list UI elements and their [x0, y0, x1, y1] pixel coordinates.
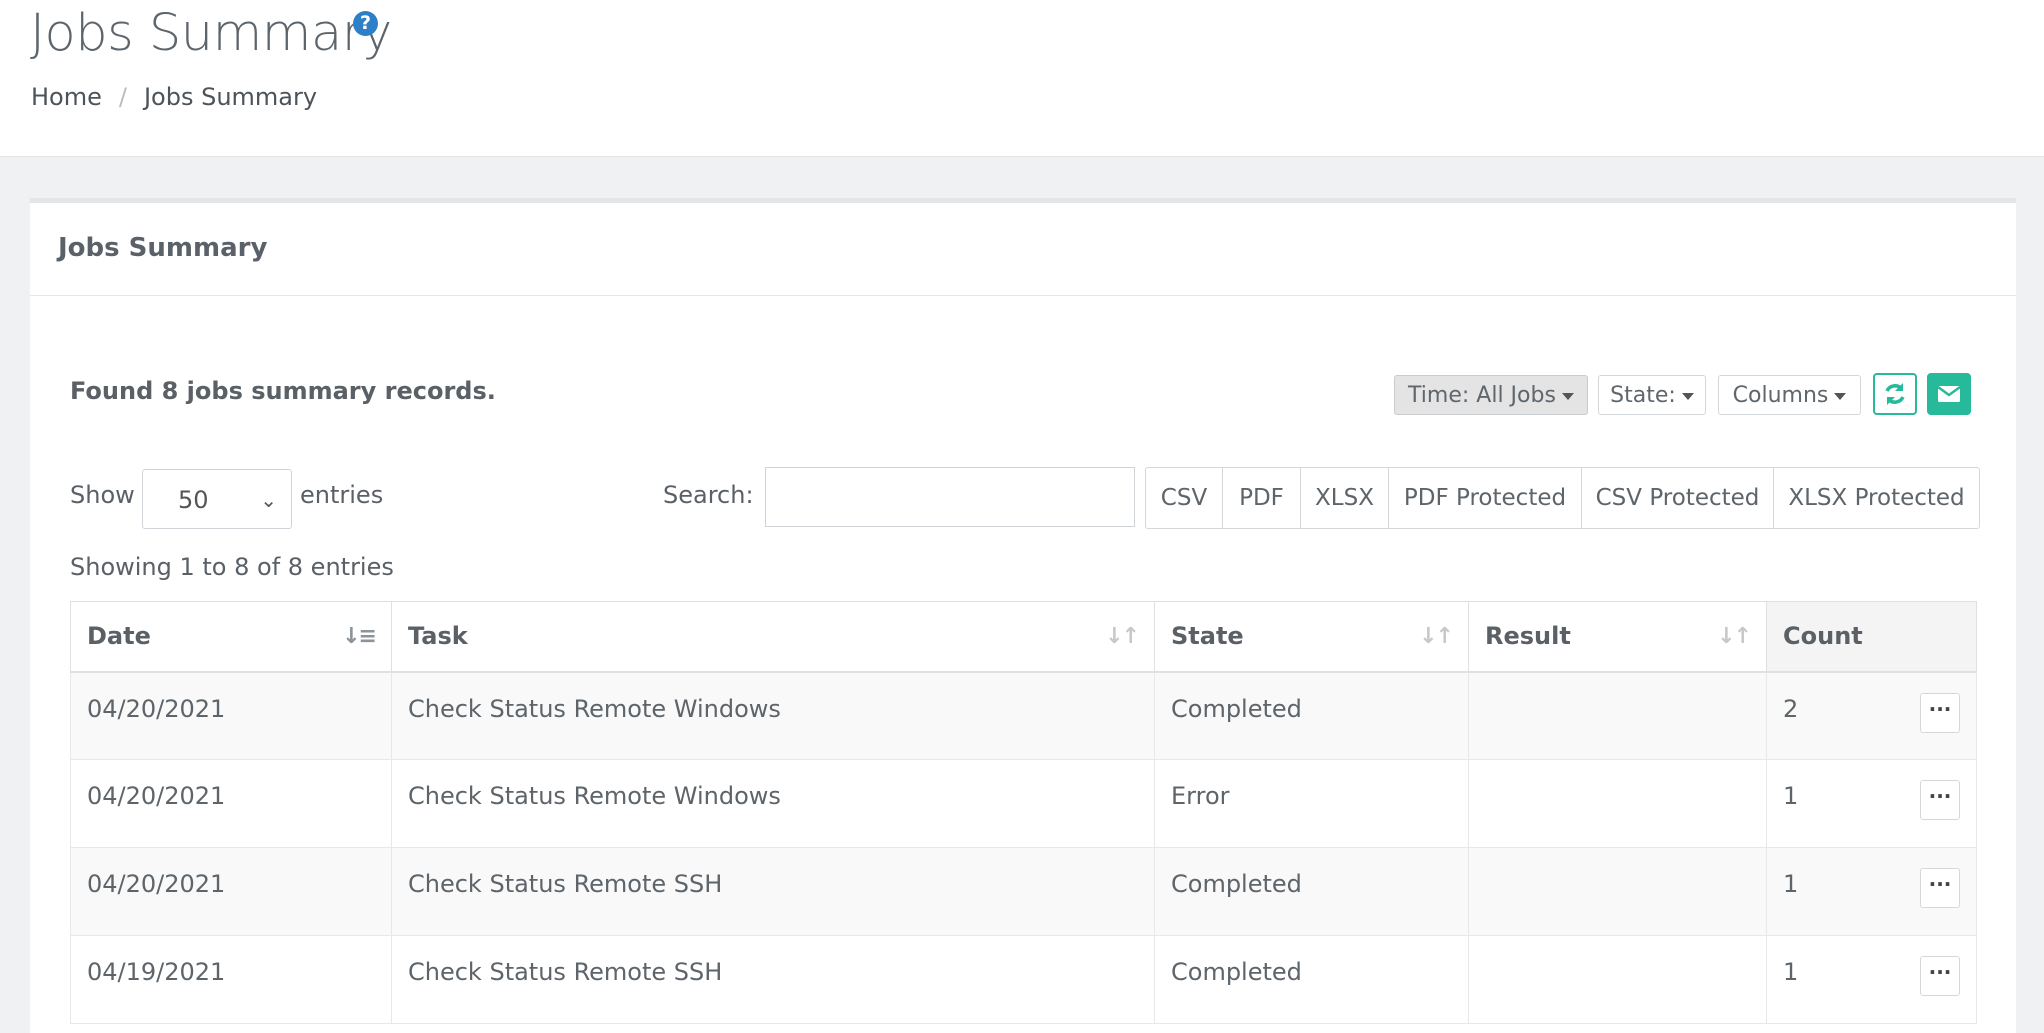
table-header-row: Date ↓≡ Task ↓↑ State ↓↑ Result ↓↑ Count — [70, 601, 1977, 673]
column-header-label: Date — [87, 622, 151, 651]
search-label: Search: — [663, 481, 754, 509]
cell-result — [1468, 847, 1767, 936]
export-csv-button[interactable]: CSV — [1146, 468, 1223, 528]
cell-task: Check Status Remote Windows — [391, 671, 1155, 760]
caret-down-icon — [1561, 392, 1574, 400]
state-filter-label: State: — [1610, 383, 1676, 408]
column-header-date[interactable]: Date ↓≡ — [70, 601, 392, 673]
cell-task: Check Status Remote SSH — [391, 847, 1155, 936]
cell-state: Completed — [1154, 935, 1469, 1024]
column-header-label: State — [1171, 622, 1244, 651]
refresh-button[interactable] — [1873, 373, 1917, 415]
refresh-icon — [1885, 383, 1905, 405]
cell-result — [1468, 759, 1767, 848]
column-header-state[interactable]: State ↓↑ — [1154, 601, 1469, 673]
page-length-value: 50 — [178, 486, 209, 514]
page-title: Jobs Summary — [30, 4, 392, 63]
export-xlsx-protected-button[interactable]: XLSX Protected — [1774, 468, 1979, 528]
caret-down-icon — [1834, 392, 1847, 400]
question-circle-icon[interactable]: ? — [353, 11, 378, 36]
page-length-select[interactable]: 50 ⌄ — [142, 469, 292, 529]
jobs-summary-card: Jobs Summary Found 8 jobs summary record… — [30, 198, 2016, 1033]
cell-date: 04/20/2021 — [70, 671, 392, 760]
export-pdf-button[interactable]: PDF — [1223, 468, 1301, 528]
jobs-summary-table: Date ↓≡ Task ↓↑ State ↓↑ Result ↓↑ Count 04/… — [70, 601, 1977, 1024]
entries-label: entries — [300, 481, 384, 509]
found-records-text: Found 8 jobs summary records. — [70, 377, 496, 405]
showing-entries-text: Showing 1 to 8 of 8 entries — [70, 553, 394, 581]
column-header-task[interactable]: Task ↓↑ — [391, 601, 1155, 673]
cell-result — [1468, 671, 1767, 760]
table-row: 04/19/2021 Check Status Remote SSH Compl… — [70, 935, 1977, 1024]
count-value: 1 — [1783, 782, 1799, 810]
column-header-label: Task — [408, 622, 468, 651]
breadcrumb: Home / Jobs Summary — [31, 83, 317, 111]
count-value: 1 — [1783, 870, 1799, 898]
sort-icon: ↓↑ — [1419, 624, 1454, 649]
count-value: 2 — [1783, 694, 1799, 723]
cell-task: Check Status Remote SSH — [391, 935, 1155, 1024]
sort-desc-icon: ↓≡ — [342, 624, 377, 649]
export-pdf-protected-button[interactable]: PDF Protected — [1389, 468, 1582, 528]
cell-state: Completed — [1154, 847, 1469, 936]
ellipsis-icon[interactable]: ··· — [1920, 868, 1960, 908]
table-row: 04/20/2021 Check Status Remote Windows E… — [70, 759, 1977, 848]
card-divider — [30, 295, 2016, 296]
page-header: Jobs Summary ? Home / Jobs Summary — [0, 0, 2044, 157]
cell-count: 1 ··· — [1766, 935, 1977, 1024]
cell-state: Completed — [1154, 671, 1469, 760]
email-button[interactable] — [1927, 373, 1971, 415]
column-header-label: Result — [1485, 622, 1571, 651]
column-header-label: Count — [1783, 622, 1863, 651]
time-filter-label: Time: All Jobs — [1408, 383, 1556, 408]
export-csv-protected-button[interactable]: CSV Protected — [1582, 468, 1774, 528]
cell-date: 04/20/2021 — [70, 847, 392, 936]
cell-count: 2 ··· — [1766, 671, 1977, 760]
cell-count: 1 ··· — [1766, 847, 1977, 936]
cell-result — [1468, 935, 1767, 1024]
search-input[interactable] — [765, 467, 1135, 527]
ellipsis-icon[interactable]: ··· — [1920, 780, 1960, 820]
chevron-down-icon: ⌄ — [260, 488, 277, 512]
breadcrumb-separator: / — [118, 83, 127, 111]
breadcrumb-home[interactable]: Home — [31, 83, 102, 111]
export-button-group: CSV PDF XLSX PDF Protected CSV Protected… — [1145, 467, 1980, 529]
cell-state: Error — [1154, 759, 1469, 848]
caret-down-icon — [1681, 392, 1694, 400]
sort-icon: ↓↑ — [1717, 624, 1752, 649]
ellipsis-icon[interactable]: ··· — [1920, 692, 1960, 733]
cell-count: 1 ··· — [1766, 759, 1977, 848]
time-filter-button[interactable]: Time: All Jobs — [1394, 375, 1588, 415]
card-title: Jobs Summary — [58, 233, 268, 263]
column-header-count: Count — [1766, 601, 1977, 673]
breadcrumb-current: Jobs Summary — [143, 83, 318, 111]
export-xlsx-button[interactable]: XLSX — [1301, 468, 1389, 528]
cell-task: Check Status Remote Windows — [391, 759, 1155, 848]
show-label: Show — [70, 481, 135, 509]
column-header-result[interactable]: Result ↓↑ — [1468, 601, 1767, 673]
count-value: 1 — [1783, 958, 1799, 986]
columns-label: Columns — [1732, 383, 1829, 408]
state-filter-button[interactable]: State: — [1598, 375, 1706, 415]
table-row: 04/20/2021 Check Status Remote Windows C… — [70, 671, 1977, 760]
columns-button[interactable]: Columns — [1718, 375, 1861, 415]
cell-date: 04/19/2021 — [70, 935, 392, 1024]
ellipsis-icon[interactable]: ··· — [1920, 956, 1960, 996]
table-row: 04/20/2021 Check Status Remote SSH Compl… — [70, 847, 1977, 936]
cell-date: 04/20/2021 — [70, 759, 392, 848]
sort-icon: ↓↑ — [1105, 624, 1140, 649]
envelope-icon — [1937, 385, 1961, 402]
